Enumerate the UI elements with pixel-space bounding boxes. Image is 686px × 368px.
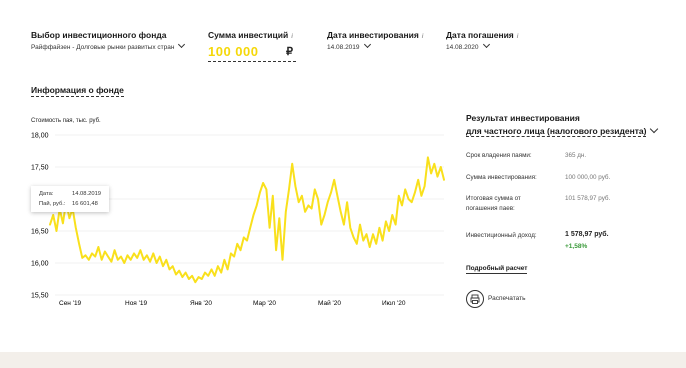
printer-icon [466,290,484,308]
price-line [49,156,445,284]
chart-xticks: Сен '19 Ноя '19 Янв '20 Мар '20 Май '20 Июл '… [59,299,406,307]
y-tick-label: 18,00 [31,133,49,140]
resident-select[interactable]: для частного лица (налогового резидента) [466,124,659,137]
holding-period-label: Срок владения паями: [466,152,532,159]
detail-calc-link[interactable]: Подробный расчет [466,265,528,274]
invest-sum-value: 100 000,00 руб. [565,174,611,181]
y-tick-label: 15,50 [31,293,49,300]
chart-yticks: 18,0017,5017,0016,5016,0015,50 [31,133,49,300]
tooltip-price-value: 16 601,48 [72,201,98,207]
redeem-sum-value: 101 578,97 руб. [565,195,611,202]
holding-period-value: 365 дн. [565,152,587,159]
x-tick-label: Янв '20 [190,300,212,307]
tooltip-date-value: 14.08.2019 [72,191,102,197]
tooltip-price-label: Пай, руб.: [39,201,66,207]
y-tick-label: 16,00 [31,261,49,268]
chart-tooltip: Дата: 14.08.2019 Пай, руб.: 16 601,48 [31,186,109,212]
footer-band [0,352,686,368]
redeem-sum-label-1: Итоговая сумма от [466,195,521,202]
resident-select-label: для частного лица (налогового резидента) [466,126,647,137]
x-tick-label: Ноя '19 [125,300,147,307]
chevron-down-icon [650,124,659,134]
results-title: Результат инвестирования [466,113,580,123]
y-tick-label: 17,50 [31,165,49,172]
tooltip-date-label: Дата: [39,191,54,197]
chart-grid [55,134,444,296]
x-tick-label: Май '20 [318,299,341,307]
redeem-sum-label-2: погашения паев: [466,205,515,212]
income-label: Инвестиционный доход: [466,232,537,239]
x-tick-label: Июл '20 [382,300,406,307]
x-tick-label: Сен '19 [59,300,82,307]
income-value: 1 578,97 руб. [565,231,609,238]
print-label: Распечатать [488,295,526,302]
x-tick-label: Мар '20 [253,300,276,307]
income-percent: +1,58% [565,243,588,250]
y-tick-label: 16,50 [31,229,49,236]
invest-sum-label: Сумма инвестирования: [466,174,537,181]
